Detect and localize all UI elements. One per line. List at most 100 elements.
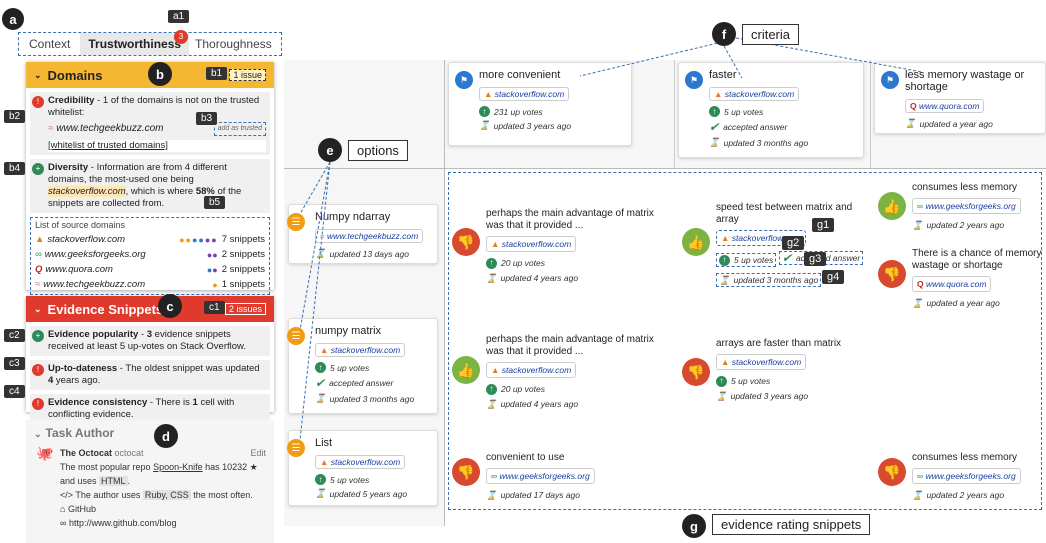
- domains-panel: ⌄ Domains 1 issue ! Credibility - 1 of t…: [26, 62, 274, 295]
- criterion-title: more convenient: [479, 69, 561, 81]
- chip-site: stackoverflow.com: [724, 89, 795, 99]
- tab-thoroughness[interactable]: Thoroughness: [189, 37, 278, 51]
- label-d: d: [154, 424, 178, 448]
- stackoverflow-icon: ▲: [484, 89, 493, 99]
- uptodate-row: ! Up-to-dateness - The oldest snippet wa…: [30, 360, 270, 390]
- link-icon: ∞: [60, 518, 67, 528]
- add-trusted-button[interactable]: add as trusted: [213, 121, 266, 136]
- option-card[interactable]: ☰ Numpy ndarray ≈ www.techgeekbuzz.com ⌛…: [287, 204, 438, 264]
- votes: ↑ 231 up votes: [479, 106, 623, 117]
- popularity-label: Evidence popularity: [48, 329, 139, 340]
- chip-site: www.techgeekbuzz.com: [327, 231, 419, 241]
- source-count: 2 snippets: [221, 264, 265, 275]
- popularity-row: + Evidence popularity - 3 evidence snipp…: [30, 326, 270, 356]
- list-icon: ☰: [287, 327, 305, 345]
- accepted: ✔ accepted answer: [315, 376, 429, 390]
- upvote-icon: ↑: [709, 106, 720, 117]
- techgeekbuzz-icon: ≈: [35, 279, 41, 290]
- code-icon: </>: [60, 490, 74, 500]
- source-badges: ●●: [206, 264, 218, 275]
- source-name: www.techgeekbuzz.com: [43, 279, 146, 290]
- updated-text: updated 3 months ago: [329, 393, 415, 404]
- source-name: www.quora.com: [45, 264, 113, 275]
- cred-site[interactable]: www.techgeekbuzz.com: [56, 123, 163, 135]
- evidence-issue-badge: 2 issues: [224, 303, 266, 315]
- chevron-down-icon: ⌄: [34, 69, 42, 80]
- updated-text: updated a year ago: [919, 118, 993, 129]
- votes-text: 231 up votes: [494, 106, 543, 117]
- option-card[interactable]: ☰ List ▲ stackoverflow.com ↑ 5 up votes ⌛…: [287, 430, 438, 506]
- updated: ⌛ updated 3 months ago: [709, 137, 855, 148]
- label-c: c: [158, 294, 182, 318]
- list-icon: ☰: [287, 213, 305, 231]
- label-g4: g4: [822, 270, 845, 284]
- repo-lang: HTML: [99, 476, 128, 486]
- blog-link[interactable]: http://www.github.com/blog: [69, 518, 177, 528]
- source-item: Qwww.quora.com ●● 2 snippets: [35, 262, 265, 277]
- uses-text2: the most often.: [190, 490, 253, 500]
- criteria-callout: criteria: [742, 24, 800, 45]
- techgeekbuzz-icon: ≈: [320, 231, 325, 241]
- tab-trustworthiness[interactable]: Trustworthiness: [80, 33, 190, 55]
- domains-issue-badge: 1 issue: [229, 69, 266, 81]
- accepted: ✔ accepted answer: [709, 120, 855, 134]
- repo-link[interactable]: Spoon-Knife: [153, 462, 203, 472]
- source-chip[interactable]: Q www.quora.com: [905, 99, 985, 113]
- label-a: a: [2, 8, 24, 30]
- criterion-card[interactable]: ⚑ less memory wastage or shortage Q www.…: [874, 62, 1046, 134]
- criterion-card[interactable]: ⚑ more convenient ▲ stackoverflow.com ↑ 2…: [448, 62, 632, 146]
- flag-icon: ⚑: [455, 71, 473, 89]
- criterion-card[interactable]: ⚑ faster ▲ stackoverflow.com ↑ 5 up votes…: [678, 62, 864, 158]
- domains-title: Domains: [47, 67, 103, 83]
- option-title: List: [315, 437, 333, 449]
- source-list-title: List of source domains: [35, 220, 126, 230]
- geeksforgeeks-icon: ∞: [35, 249, 42, 260]
- criterion-title: faster: [709, 69, 737, 81]
- author-handle: octocat: [114, 448, 144, 458]
- cred-source: ≈ www.techgeekbuzz.com add as trusted: [48, 121, 266, 136]
- chip-site: stackoverflow.com: [330, 345, 401, 355]
- tab-context[interactable]: Context: [19, 37, 80, 51]
- options-callout: options: [348, 140, 408, 161]
- ok-dot-icon: +: [32, 163, 44, 175]
- evidence-callout: evidence rating snippets: [712, 514, 871, 535]
- label-b3: b3: [196, 112, 218, 125]
- source-chip[interactable]: ▲ stackoverflow.com: [315, 343, 406, 357]
- label-b1: b1: [206, 67, 228, 80]
- source-name: stackoverflow.com: [47, 234, 126, 245]
- hourglass-icon: ⌛: [709, 137, 720, 147]
- edit-link[interactable]: Edit: [250, 446, 266, 460]
- source-chip[interactable]: ▲ stackoverflow.com: [315, 455, 406, 469]
- chip-site: www.quora.com: [919, 101, 980, 111]
- source-item: ▲ stackoverflow.com ●●●●●● 7 snippets: [35, 232, 265, 247]
- credibility-row: ! Credibility - 1 of the domains is not …: [30, 92, 270, 155]
- whitelist-link[interactable]: [whitelist of trusted domains]: [48, 140, 266, 152]
- source-chip[interactable]: ▲ stackoverflow.com: [709, 87, 800, 101]
- tab-bar: Context Trustworthiness Thoroughness: [18, 32, 282, 56]
- hourglass-icon: ⌛: [315, 488, 326, 498]
- author-header[interactable]: ⌄ Task Author: [26, 420, 274, 446]
- chip-site: stackoverflow.com: [330, 457, 401, 467]
- label-g: g: [682, 514, 706, 538]
- uses-text1: The author uses: [75, 490, 143, 500]
- evidence-frame: [448, 172, 1042, 510]
- upvote-icon: ↑: [315, 474, 326, 485]
- label-a1: a1: [168, 10, 190, 23]
- source-name: www.geeksforgeeks.org: [44, 249, 146, 260]
- label-f: f: [712, 22, 736, 46]
- source-chip[interactable]: ▲ stackoverflow.com: [479, 87, 570, 101]
- votes: ↑ 5 up votes: [315, 474, 429, 485]
- upvote-icon: ↑: [315, 362, 326, 373]
- evidence-panel: ⌄ Evidence Snippets 2 issues + Evidence …: [26, 296, 274, 424]
- evidence-header[interactable]: ⌄ Evidence Snippets 2 issues: [26, 296, 274, 322]
- diversity-row: + Diversity - Information are from 4 dif…: [30, 159, 270, 213]
- updated: ⌛ updated 5 years ago: [315, 488, 429, 499]
- uptodate-text2: years ago.: [53, 375, 101, 386]
- warning-dot-icon: !: [32, 96, 44, 108]
- source-chip[interactable]: ≈ www.techgeekbuzz.com: [315, 229, 424, 243]
- chip-site: stackoverflow.com: [494, 89, 565, 99]
- label-e: e: [318, 138, 342, 162]
- updated: ⌛ updated 3 years ago: [479, 120, 623, 131]
- github-link[interactable]: GitHub: [68, 504, 96, 514]
- option-card[interactable]: ☰ numpy matrix ▲ stackoverflow.com ↑ 5 up…: [287, 318, 438, 414]
